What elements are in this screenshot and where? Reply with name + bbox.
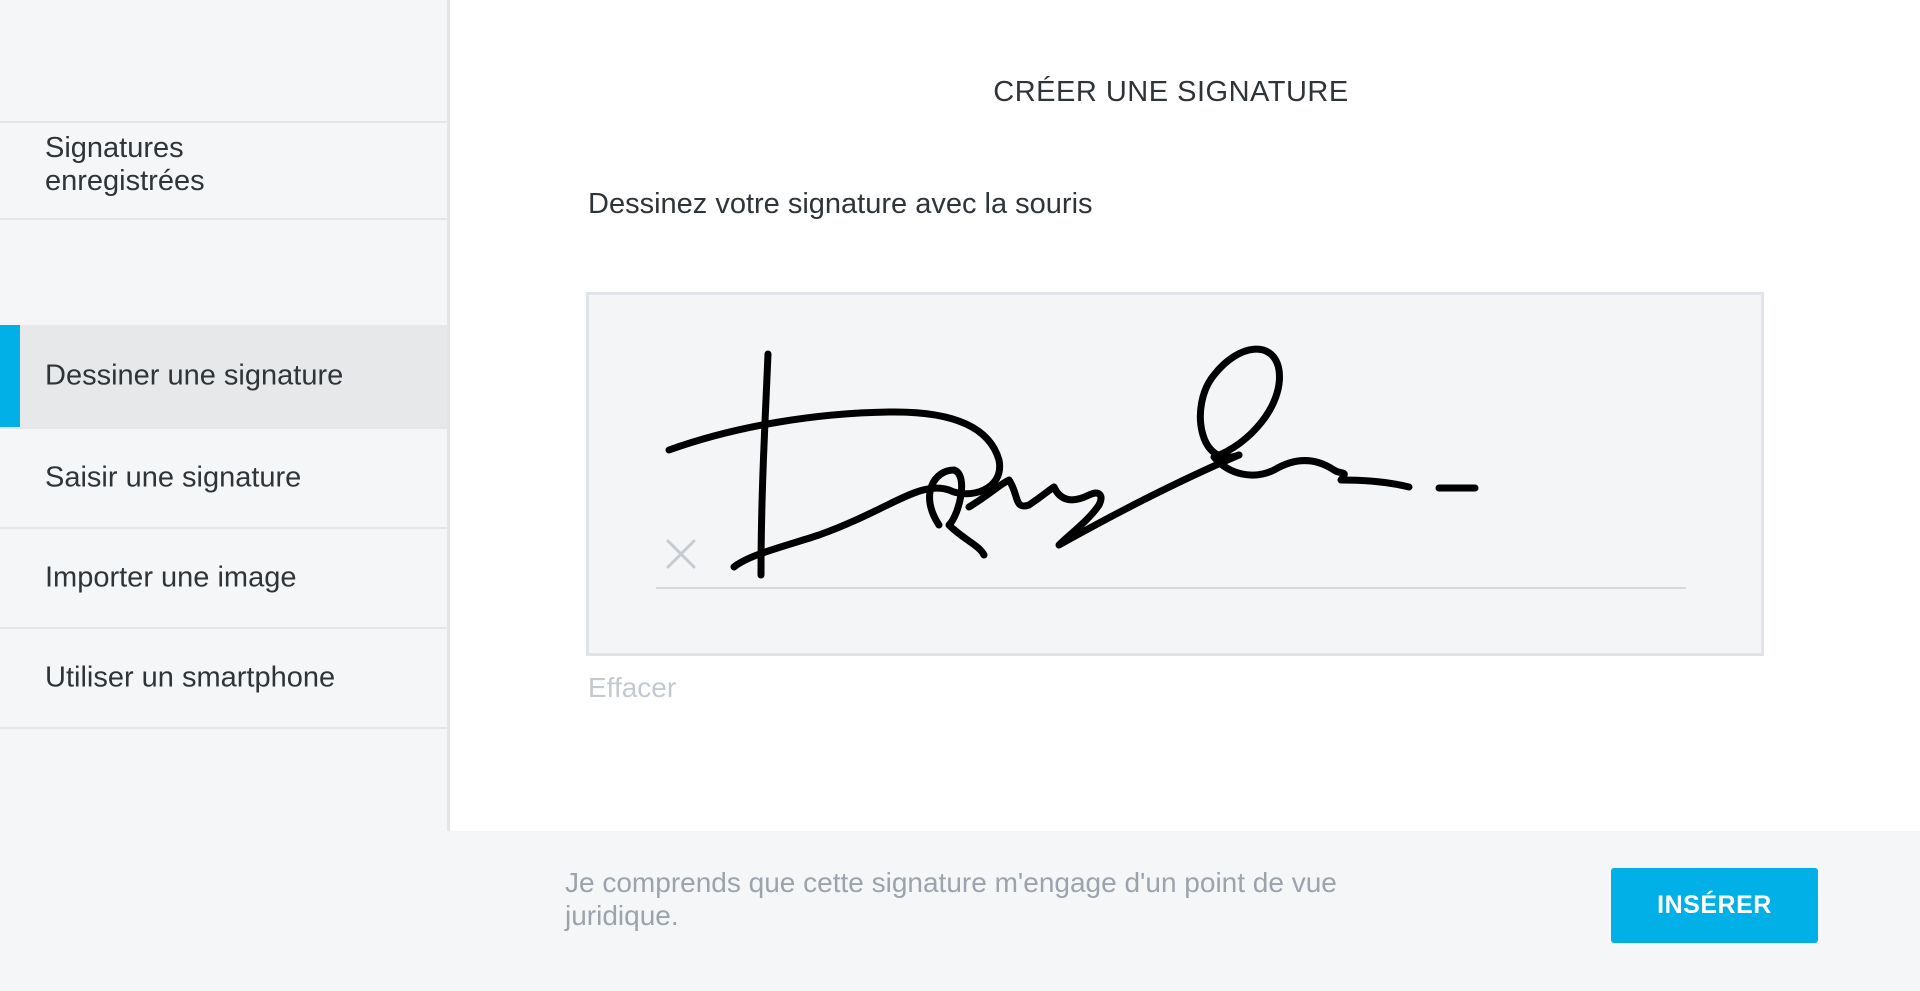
signature-pad[interactable]	[586, 292, 1764, 656]
signature-baseline	[656, 587, 1686, 589]
sidebar-item-draw[interactable]: Dessiner une signature	[0, 325, 447, 429]
saved-signatures-item[interactable]: Signatures enregistrées	[0, 121, 447, 220]
sidebar-item-label: Importer une image	[45, 561, 297, 594]
sidebar-item-import[interactable]: Importer une image	[0, 529, 447, 629]
footer: Je comprends que cette signature m'engag…	[0, 831, 1920, 991]
signature-method-menu: Dessiner une signature Saisir une signat…	[0, 325, 447, 729]
instruction-text: Dessinez votre signature avec la souris	[588, 188, 1093, 220]
sidebar-item-smartphone[interactable]: Utiliser un smartphone	[0, 629, 447, 729]
sidebar-item-label: Utiliser un smartphone	[45, 661, 336, 694]
page-title: CRÉER UNE SIGNATURE	[993, 76, 1349, 108]
sidebar-item-label: Dessiner une signature	[45, 359, 344, 392]
sidebar-item-label: Saisir une signature	[45, 461, 302, 494]
legal-notice: Je comprends que cette signature m'engag…	[565, 867, 1337, 931]
saved-signatures-label: Signatures enregistrées	[45, 132, 205, 197]
clear-button[interactable]: Effacer	[588, 672, 676, 704]
sidebar-item-type[interactable]: Saisir une signature	[0, 429, 447, 529]
active-indicator	[0, 325, 20, 427]
sidebar: Signatures enregistrées Dessiner une sig…	[0, 0, 450, 831]
close-icon	[666, 539, 696, 569]
signature-drawing	[665, 345, 1479, 579]
insert-button[interactable]: INSÉRER	[1611, 868, 1818, 943]
